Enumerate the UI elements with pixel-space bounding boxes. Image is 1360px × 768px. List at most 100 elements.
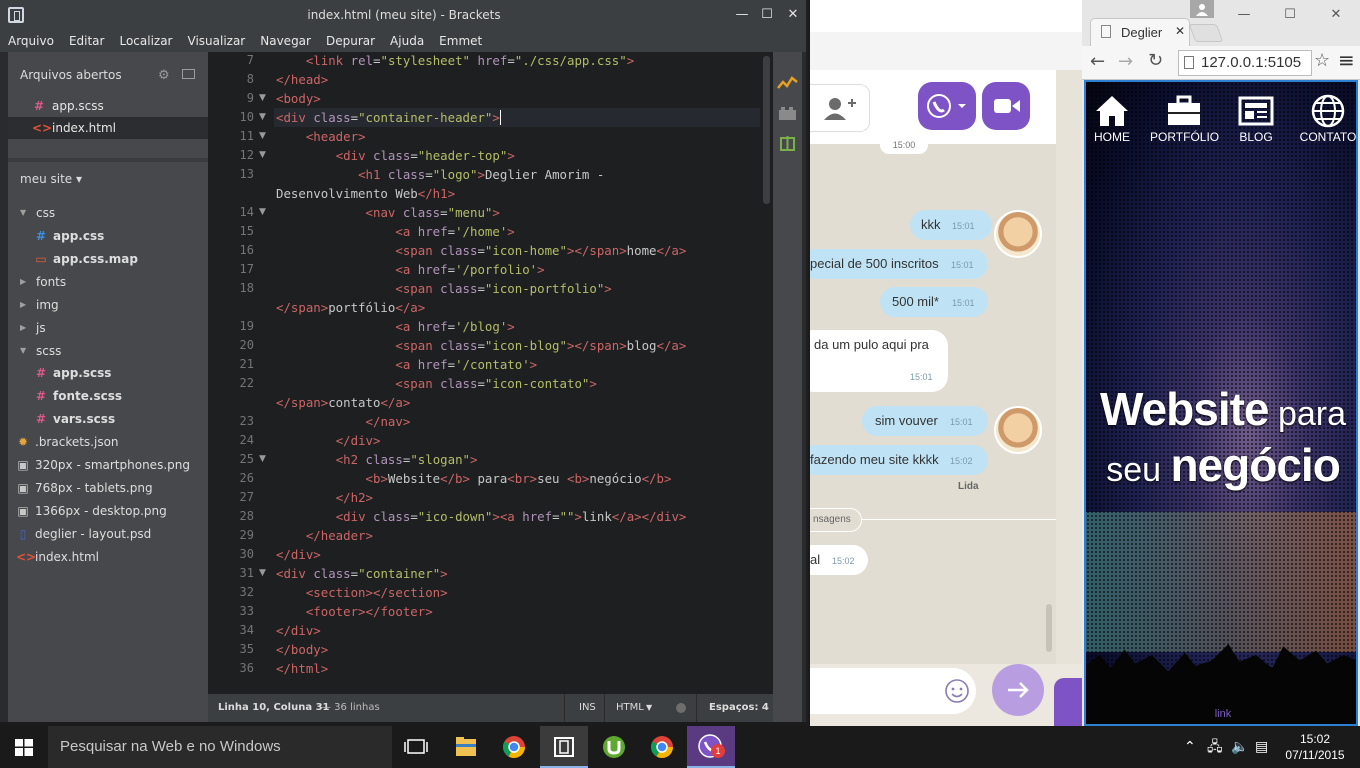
code-line[interactable]: </div>	[276, 623, 321, 638]
utorrent-taskbar-button[interactable]	[590, 726, 638, 768]
menu-ajuda[interactable]: Ajuda	[382, 31, 431, 50]
tree-folder-js[interactable]: ▶ js	[8, 317, 208, 339]
maximize-icon[interactable]: ☐	[757, 5, 777, 25]
tree-file-vars-scss[interactable]: # vars.scss	[8, 408, 208, 430]
chevron-up-icon[interactable]: ⌃	[1184, 726, 1196, 768]
new-tab-button[interactable]	[1188, 24, 1224, 42]
user-profile-button[interactable]	[1190, 0, 1214, 18]
maximize-icon[interactable]: ☐	[1280, 5, 1300, 25]
tree-folder-img[interactable]: ▶ img	[8, 294, 208, 316]
code-line[interactable]: <a href='/home'>	[276, 224, 514, 239]
browser-tab[interactable]: Deglier ✕	[1090, 18, 1190, 46]
emoji-icon[interactable]	[944, 678, 970, 704]
tree-file-layout-psd[interactable]: ▯ deglier - layout.psd	[8, 523, 208, 545]
code-line[interactable]: <link rel="stylesheet" href="./css/app.c…	[276, 53, 634, 68]
address-bar[interactable]: 127.0.0.1:5105	[1178, 50, 1312, 76]
fold-arrow-icon[interactable]: ▼	[259, 112, 266, 122]
chat-scrollbar[interactable]	[1046, 604, 1052, 652]
tree-folder-css[interactable]: ▼ css	[8, 202, 208, 224]
code-line[interactable]: <div class="header-top">	[276, 148, 515, 163]
fold-arrow-icon[interactable]: ▼	[259, 150, 266, 160]
file-explorer-button[interactable]	[442, 726, 490, 768]
message-bubble[interactable]: pecial de 500 inscritos 15:01	[810, 249, 988, 279]
code-line[interactable]: <nav class="menu">	[276, 205, 500, 220]
fold-arrow-icon[interactable]: ▼	[259, 207, 266, 217]
close-icon[interactable]: ✕	[783, 5, 803, 25]
language-selector[interactable]: HTML	[604, 694, 666, 722]
code-line[interactable]: <a href='/blog'>	[276, 319, 514, 334]
avatar[interactable]	[994, 406, 1042, 454]
insert-mode[interactable]: INS	[564, 694, 604, 722]
code-line[interactable]: <b>Website</b> para<br>seu <b>negócio</b…	[276, 471, 672, 486]
message-bubble[interactable]: fazendo meu site kkkk 15:02	[810, 445, 988, 475]
close-icon[interactable]: ✕	[1326, 5, 1346, 25]
code-line[interactable]: <section></section>	[276, 585, 448, 600]
code-line[interactable]: <h2 class="slogan">	[276, 452, 478, 467]
code-line[interactable]: </span>portfólio</a>	[276, 300, 425, 315]
cursor-position[interactable]: Linha 10, Coluna 31	[218, 694, 329, 722]
brackets-taskbar-button[interactable]	[540, 726, 588, 768]
indent-spaces[interactable]: Espaços: 4	[696, 694, 769, 722]
code-line[interactable]: <a href='/porfolio'>	[276, 262, 544, 277]
menu-emmet[interactable]: Emmet	[431, 31, 489, 50]
project-dropdown[interactable]: meu site ▾	[20, 172, 82, 186]
code-line[interactable]: </span>contato</a>	[276, 395, 410, 410]
code-line[interactable]: </body>	[276, 642, 328, 657]
bookmark-star-icon[interactable]: ☆	[1314, 50, 1330, 71]
code-line[interactable]: </header>	[276, 528, 373, 543]
chrome-taskbar-button[interactable]	[490, 726, 538, 768]
code-line[interactable]: </h2>	[276, 490, 373, 505]
code-line[interactable]: <footer></footer>	[276, 604, 433, 619]
scroll-down-link[interactable]: link	[1086, 708, 1356, 720]
viber-taskbar-button[interactable]: 1	[687, 726, 735, 768]
split-view-icon[interactable]	[182, 69, 195, 79]
tree-file-fonte-scss[interactable]: # fonte.scss	[8, 385, 208, 407]
tree-file-app-css-map[interactable]: ▭ app.css.map	[8, 248, 208, 270]
volume-icon[interactable]: 🔈	[1231, 726, 1248, 768]
avatar[interactable]	[994, 210, 1042, 258]
video-call-button[interactable]	[982, 82, 1030, 130]
tree-file-desktop-png[interactable]: ▣ 1366px - desktop.png	[8, 500, 208, 522]
forward-icon[interactable]: →	[1118, 51, 1133, 72]
menu-localizar[interactable]: Localizar	[111, 31, 179, 50]
code-editor[interactable]: 7 8 9 ▼ 10 ▼ 11 ▼ 12 ▼ 13 14 ▼ 15 16 17 18 19 20 21 22 23 24 25…	[208, 52, 773, 694]
fold-arrow-icon[interactable]: ▼	[259, 93, 266, 103]
code-line[interactable]: </div>	[276, 433, 381, 448]
tree-file-smartphones-png[interactable]: ▣ 320px - smartphones.png	[8, 454, 208, 476]
menu-navegar[interactable]: Navegar	[252, 31, 318, 50]
tree-folder-fonts[interactable]: ▶ fonts	[8, 271, 208, 293]
fold-arrow-icon[interactable]: ▼	[259, 131, 266, 141]
menu-visualizar[interactable]: Visualizar	[180, 31, 253, 50]
code-line[interactable]: <div class="container">	[276, 566, 448, 581]
code-line[interactable]: <span class="icon-blog"></span>blog</a>	[276, 338, 686, 353]
code-line[interactable]: <span class="icon-home"></span>home</a>	[276, 243, 686, 258]
menu-depurar[interactable]: Depurar	[318, 31, 382, 50]
code-line[interactable]: <header>	[276, 129, 366, 144]
tab-close-icon[interactable]: ✕	[1175, 24, 1185, 38]
code-line[interactable]: </head>	[276, 72, 328, 87]
code-line[interactable]: </nav>	[276, 414, 411, 429]
code-line[interactable]: <span class="icon-portfolio">	[276, 281, 611, 296]
chrome-taskbar-button-2[interactable]	[638, 726, 686, 768]
minimize-icon[interactable]: —	[732, 5, 752, 25]
scroll-thumb[interactable]	[763, 56, 770, 204]
taskbar-search[interactable]: Pesquisar na Web e no Windows	[48, 726, 392, 768]
code-line[interactable]: <span class="icon-contato">	[276, 376, 596, 391]
code-line[interactable]: </html>	[276, 661, 328, 676]
add-contact-button[interactable]	[810, 84, 870, 132]
notification-center-icon[interactable]: ▤	[1255, 726, 1268, 768]
reload-icon[interactable]: ↻	[1148, 50, 1163, 71]
fold-arrow-icon[interactable]: ▼	[259, 568, 266, 578]
message-bubble[interactable]: al 15:02	[810, 545, 868, 575]
tree-file-tablets-png[interactable]: ▣ 768px - tablets.png	[8, 477, 208, 499]
code-line[interactable]: <a href='/contato'>	[276, 357, 537, 372]
open-file-index-html[interactable]: <> index.html	[8, 117, 208, 139]
menu-editar[interactable]: Editar	[61, 31, 112, 50]
tree-file-index-html[interactable]: <> index.html	[8, 546, 208, 568]
system-clock[interactable]: 15:02 07/11/2015	[1282, 731, 1348, 763]
code-line[interactable]: <h1 class="logo">Deglier Amorim -	[276, 167, 604, 182]
open-file-app-scss[interactable]: # app.scss	[8, 95, 208, 117]
message-bubble[interactable]: kkk 15:01	[910, 210, 992, 240]
back-icon[interactable]: ←	[1090, 51, 1105, 72]
viber-call-button[interactable]	[918, 82, 976, 130]
